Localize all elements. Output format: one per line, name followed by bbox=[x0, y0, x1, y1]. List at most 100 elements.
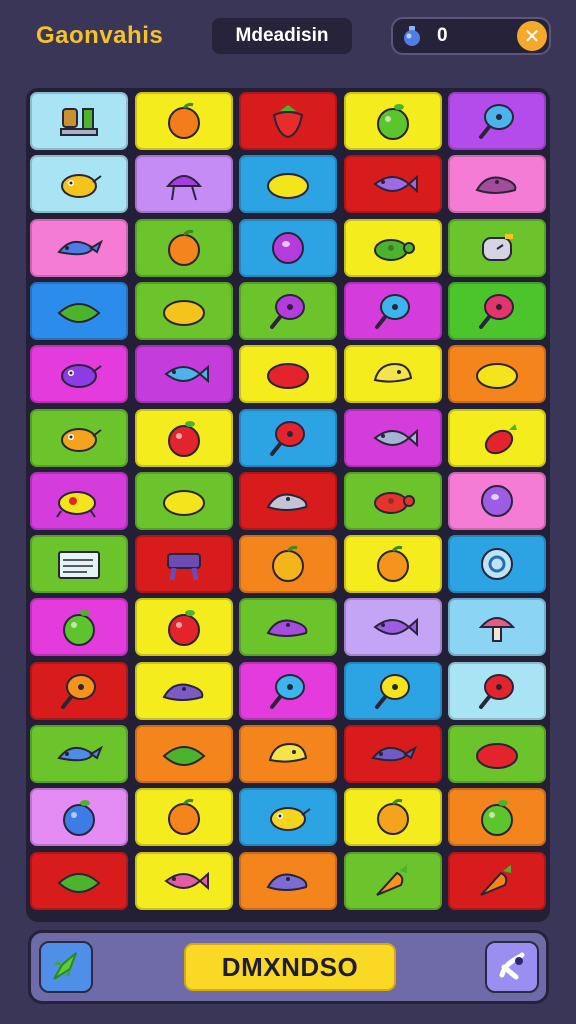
board-tile[interactable] bbox=[134, 92, 233, 150]
fish-icon bbox=[372, 618, 418, 637]
board-tile[interactable] bbox=[343, 725, 442, 783]
board-tile[interactable] bbox=[239, 281, 337, 340]
board-tile[interactable] bbox=[239, 535, 337, 594]
board-tile[interactable] bbox=[239, 408, 337, 467]
board-tile[interactable] bbox=[448, 725, 546, 783]
board-tile[interactable] bbox=[134, 535, 233, 594]
lollipop-icon bbox=[479, 293, 514, 329]
board-tile[interactable] bbox=[239, 155, 337, 214]
board-tile[interactable] bbox=[239, 345, 337, 404]
mouse-icon bbox=[266, 493, 308, 511]
board-tile[interactable] bbox=[30, 661, 128, 720]
fish-icon bbox=[372, 428, 418, 447]
board-tile[interactable] bbox=[343, 408, 442, 467]
orange-icon bbox=[376, 799, 409, 836]
board-tile[interactable] bbox=[134, 788, 233, 847]
board-tile[interactable] bbox=[448, 281, 546, 340]
board-tile[interactable] bbox=[343, 471, 442, 530]
board-tile[interactable] bbox=[134, 598, 233, 657]
fish-icon bbox=[372, 175, 418, 194]
board-tile[interactable] bbox=[134, 281, 233, 340]
board-tile[interactable] bbox=[343, 92, 442, 150]
board-tile[interactable] bbox=[30, 155, 128, 214]
orange-icon bbox=[167, 102, 200, 139]
bird-icon bbox=[61, 364, 102, 389]
board-tile[interactable] bbox=[343, 535, 442, 594]
plum-icon bbox=[481, 484, 513, 517]
mouse-icon bbox=[475, 176, 517, 195]
add-coins-button[interactable]: ✕ bbox=[517, 21, 547, 51]
board-tile[interactable] bbox=[239, 661, 337, 720]
orange-icon bbox=[167, 799, 200, 836]
board-tile[interactable] bbox=[343, 851, 442, 910]
board-tile[interactable] bbox=[30, 345, 128, 404]
board-tile[interactable] bbox=[239, 471, 337, 530]
lemon-icon bbox=[162, 299, 205, 326]
board-tile[interactable] bbox=[30, 851, 128, 910]
board-tile[interactable] bbox=[343, 345, 442, 404]
top-bar: Gaonvahis Mdeadisin 0 ✕ bbox=[0, 0, 576, 80]
board-tile[interactable] bbox=[134, 345, 233, 404]
board-tile[interactable] bbox=[343, 218, 442, 277]
board-tile[interactable] bbox=[134, 155, 233, 214]
lemon-icon bbox=[162, 489, 205, 516]
board-tile[interactable] bbox=[239, 218, 337, 277]
board-tile[interactable] bbox=[134, 851, 233, 910]
mushroom-icon bbox=[478, 617, 516, 643]
board-tile[interactable] bbox=[239, 851, 337, 910]
action-button[interactable]: DMXNDSO bbox=[184, 943, 396, 991]
board-tile[interactable] bbox=[30, 218, 128, 277]
apple-icon bbox=[167, 610, 200, 647]
board-tile[interactable] bbox=[343, 155, 442, 214]
board-tile[interactable] bbox=[448, 598, 546, 657]
chick-icon bbox=[373, 363, 412, 383]
board-tile[interactable] bbox=[30, 408, 128, 467]
board-tile[interactable] bbox=[134, 661, 233, 720]
radish-icon bbox=[484, 423, 517, 454]
board-tile[interactable] bbox=[239, 725, 337, 783]
board-tile[interactable] bbox=[448, 345, 546, 404]
mode-label[interactable]: Mdeadisin bbox=[212, 18, 352, 54]
board-tile[interactable] bbox=[134, 218, 233, 277]
board-tile[interactable] bbox=[239, 788, 337, 847]
board-tile[interactable] bbox=[343, 281, 442, 340]
board-tile[interactable] bbox=[448, 92, 546, 150]
trophy-icon bbox=[60, 108, 98, 136]
board-tile[interactable] bbox=[239, 598, 337, 657]
board-tile[interactable] bbox=[448, 851, 546, 910]
board-tile[interactable] bbox=[134, 471, 233, 530]
board-tile[interactable] bbox=[30, 281, 128, 340]
board-tile[interactable] bbox=[448, 408, 546, 467]
rocket-button[interactable] bbox=[39, 941, 93, 993]
board-tile[interactable] bbox=[448, 218, 546, 277]
apple-icon bbox=[376, 104, 409, 140]
fish-icon bbox=[163, 364, 209, 384]
apple-icon bbox=[167, 420, 200, 457]
bird-icon bbox=[270, 807, 311, 832]
board-tile[interactable] bbox=[448, 661, 546, 720]
board-tile[interactable] bbox=[30, 471, 128, 530]
leaf-icon bbox=[162, 746, 205, 766]
shuffle-button[interactable] bbox=[485, 941, 539, 993]
mouse-icon bbox=[162, 683, 203, 701]
board-tile[interactable] bbox=[30, 535, 128, 594]
board-tile[interactable] bbox=[448, 471, 546, 530]
board-tile[interactable] bbox=[343, 598, 442, 657]
apple-icon bbox=[63, 800, 95, 837]
board-tile[interactable] bbox=[448, 155, 546, 214]
board-tile[interactable] bbox=[134, 408, 233, 467]
board-tile[interactable] bbox=[343, 661, 442, 720]
lollipop-icon bbox=[374, 673, 410, 709]
carrot-icon bbox=[375, 864, 407, 896]
board-tile[interactable] bbox=[134, 725, 233, 783]
board-tile[interactable] bbox=[30, 725, 128, 783]
board-tile[interactable] bbox=[30, 788, 128, 847]
board-tile[interactable] bbox=[448, 788, 546, 847]
board-tile[interactable] bbox=[239, 92, 337, 150]
board-tile[interactable] bbox=[448, 535, 546, 594]
board-tile[interactable] bbox=[343, 788, 442, 847]
potion-icon bbox=[404, 26, 420, 46]
board-tile[interactable] bbox=[30, 92, 128, 150]
coin-counter: 0 ✕ bbox=[391, 17, 551, 55]
board-tile[interactable] bbox=[30, 598, 128, 657]
